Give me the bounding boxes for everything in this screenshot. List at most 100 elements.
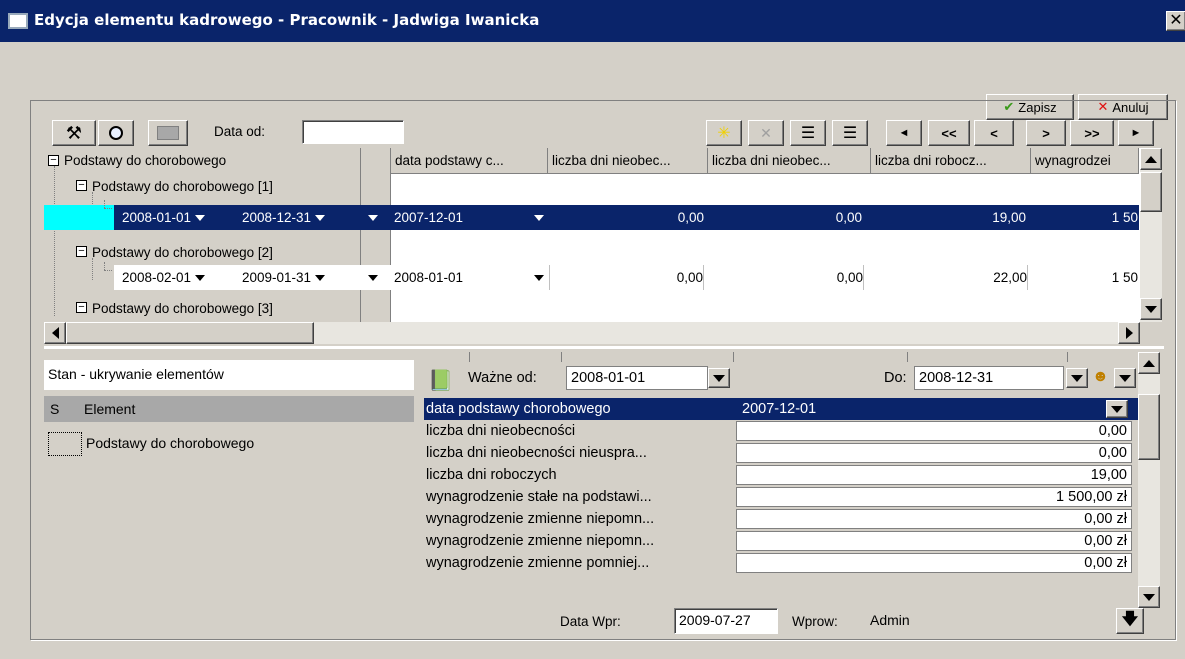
table-row[interactable]: 2008-02-01 2009-01-31 2008-01-01 0,00 0,…: [114, 265, 1139, 290]
nav-last-icon: ►: [1130, 127, 1142, 139]
nav-prev-button[interactable]: <: [974, 120, 1014, 146]
collapse-group-1-icon[interactable]: −: [76, 180, 87, 191]
header-seg: [420, 352, 470, 362]
to-field[interactable]: 2008-12-31: [914, 366, 1064, 390]
tree-line: [104, 262, 105, 270]
row-2-from[interactable]: 2008-02-01: [122, 265, 232, 290]
close-button[interactable]: ✕: [1166, 11, 1185, 31]
row-2-from-text: 2008-02-01: [122, 270, 192, 285]
row-2-cell-2[interactable]: 0,00: [712, 265, 864, 290]
prop-value[interactable]: 0,00 zł: [736, 553, 1132, 573]
collapse-group-2-icon[interactable]: −: [76, 246, 87, 257]
row-1-to[interactable]: 2008-12-31: [242, 205, 362, 230]
row-1-from[interactable]: 2008-01-01: [122, 205, 232, 230]
chevron-down-icon: [1119, 374, 1131, 382]
chevron-down-icon: [314, 275, 325, 282]
row-1-cell-3[interactable]: 19,00: [874, 205, 1026, 230]
col-header-2[interactable]: liczba dni nieobec...: [708, 148, 871, 174]
prop-value[interactable]: 0,00: [736, 421, 1132, 441]
row-2-cell-0[interactable]: 2008-01-01: [394, 265, 550, 290]
person-icon[interactable]: ☻: [1092, 368, 1114, 390]
prop-label: data podstawy chorobowego: [426, 401, 611, 417]
details-vertical-scrollbar[interactable]: [1138, 352, 1160, 608]
row-2-cell-1[interactable]: 0,00: [554, 265, 704, 290]
nav-first-button[interactable]: ◄: [886, 120, 922, 146]
person-dropdown[interactable]: [1114, 368, 1136, 388]
prop-value[interactable]: 0,00 zł: [736, 509, 1132, 529]
remove-row-button[interactable]: ☰: [832, 120, 868, 146]
panel-button[interactable]: [148, 120, 188, 146]
scroll-left-button[interactable]: [44, 322, 66, 344]
tools-button[interactable]: ⚒: [52, 120, 96, 146]
collapse-root-icon[interactable]: −: [48, 155, 59, 166]
prop-value[interactable]: 0,00: [736, 443, 1132, 463]
visibility-checkbox[interactable]: [48, 432, 82, 456]
row-1-cell-1[interactable]: 0,00: [554, 205, 704, 230]
nav-last-button[interactable]: ►: [1118, 120, 1154, 146]
book-icon: 📗: [428, 370, 453, 392]
valid-from-dropdown[interactable]: [708, 368, 730, 388]
row-2-type[interactable]: [368, 265, 388, 290]
to-dropdown[interactable]: [1066, 368, 1088, 388]
nav-prev-page-button[interactable]: <<: [928, 120, 970, 146]
row-1-cell-4[interactable]: 1 50: [1032, 205, 1138, 230]
nav-next-page-button[interactable]: >>: [1070, 120, 1114, 146]
scroll-up-button[interactable]: [1138, 352, 1160, 374]
prop-row[interactable]: liczba dni nieobecności nieuspra... 0,00: [424, 442, 1150, 464]
table-row-selected[interactable]: 2008-01-01 2008-12-31 2007-12-01 0,00 0,…: [114, 205, 1139, 230]
nav-next-page-icon: >>: [1084, 125, 1100, 141]
entered-by-value: Admin: [870, 612, 910, 628]
prop-row-selected[interactable]: data podstawy chorobowego 2007-12-01: [424, 398, 1150, 420]
prop-label: wynagrodzenie zmienne pomniej...: [426, 555, 650, 571]
window-title: Edycja elementu kadrowego - Pracownik - …: [34, 11, 540, 29]
prop-value[interactable]: 1 500,00 zł: [736, 487, 1132, 507]
state-item[interactable]: Podstawy do chorobowego: [86, 435, 254, 451]
header-seg: [734, 352, 908, 362]
search-button[interactable]: [98, 120, 134, 146]
tools-icon: ⚒: [65, 122, 83, 143]
col-header-4[interactable]: wynagrodzei: [1031, 148, 1139, 174]
group-3-label[interactable]: Podstawy do chorobowego [3]: [92, 296, 352, 322]
prop-row[interactable]: wynagrodzenie zmienne niepomn... 0,00 zł: [424, 508, 1150, 530]
download-button[interactable]: 🡇: [1116, 608, 1144, 634]
scroll-up-button[interactable]: [1140, 148, 1162, 170]
prop-row[interactable]: liczba dni nieobecności 0,00: [424, 420, 1150, 442]
tree-root-label[interactable]: Podstawy do chorobowego: [64, 148, 354, 174]
arrow-up-icon: [1145, 155, 1157, 163]
scroll-right-button[interactable]: [1118, 322, 1140, 344]
row-1-cell-2[interactable]: 0,00: [712, 205, 862, 230]
prop-value[interactable]: 19,00: [736, 465, 1132, 485]
prop-row[interactable]: wynagrodzenie zmienne pomniej... 0,00 zł: [424, 552, 1150, 574]
star-icon: ✳: [717, 125, 731, 142]
prop-row[interactable]: wynagrodzenie zmienne niepomn... 0,00 zł: [424, 530, 1150, 552]
row-1-type[interactable]: [368, 205, 388, 230]
prop-row[interactable]: liczba dni roboczych 19,00: [424, 464, 1150, 486]
hscroll-thumb[interactable]: [66, 322, 314, 344]
prop-dropdown[interactable]: [1106, 400, 1128, 418]
nav-next-button[interactable]: >: [1026, 120, 1066, 146]
group-1-label[interactable]: Podstawy do chorobowego [1]: [92, 174, 352, 200]
prop-row[interactable]: wynagrodzenie stałe na podstawi... 1 500,…: [424, 486, 1150, 508]
new-button[interactable]: ✳: [706, 120, 742, 146]
row-2-cell-4[interactable]: 1 50: [1032, 265, 1138, 290]
col-header-3[interactable]: liczba dni robocz...: [871, 148, 1031, 174]
date-from-input[interactable]: [302, 120, 404, 144]
row-1-cell-0[interactable]: 2007-12-01: [394, 205, 550, 230]
col-header-0[interactable]: data podstawy c...: [391, 148, 548, 174]
row-2-to[interactable]: 2009-01-31: [242, 265, 362, 290]
col-header-1[interactable]: liczba dni nieobec...: [548, 148, 708, 174]
valid-from-field[interactable]: 2008-01-01: [566, 366, 708, 390]
grid-horizontal-scrollbar[interactable]: [44, 322, 1140, 344]
scroll-thumb[interactable]: [1138, 394, 1160, 460]
insert-row-button[interactable]: ☰: [790, 120, 826, 146]
row-2-cell-3[interactable]: 22,00: [874, 265, 1028, 290]
splitter[interactable]: [44, 346, 1164, 349]
delete-button[interactable]: ✕: [748, 120, 784, 146]
scroll-down-button[interactable]: [1138, 586, 1160, 608]
group-2-label[interactable]: Podstawy do chorobowego [2]: [92, 240, 352, 266]
scroll-thumb[interactable]: [1140, 172, 1162, 212]
scroll-down-button[interactable]: [1140, 298, 1162, 320]
prop-value[interactable]: 0,00 zł: [736, 531, 1132, 551]
grid-vertical-scrollbar[interactable]: [1140, 148, 1162, 322]
collapse-group-3-icon[interactable]: −: [76, 302, 87, 313]
